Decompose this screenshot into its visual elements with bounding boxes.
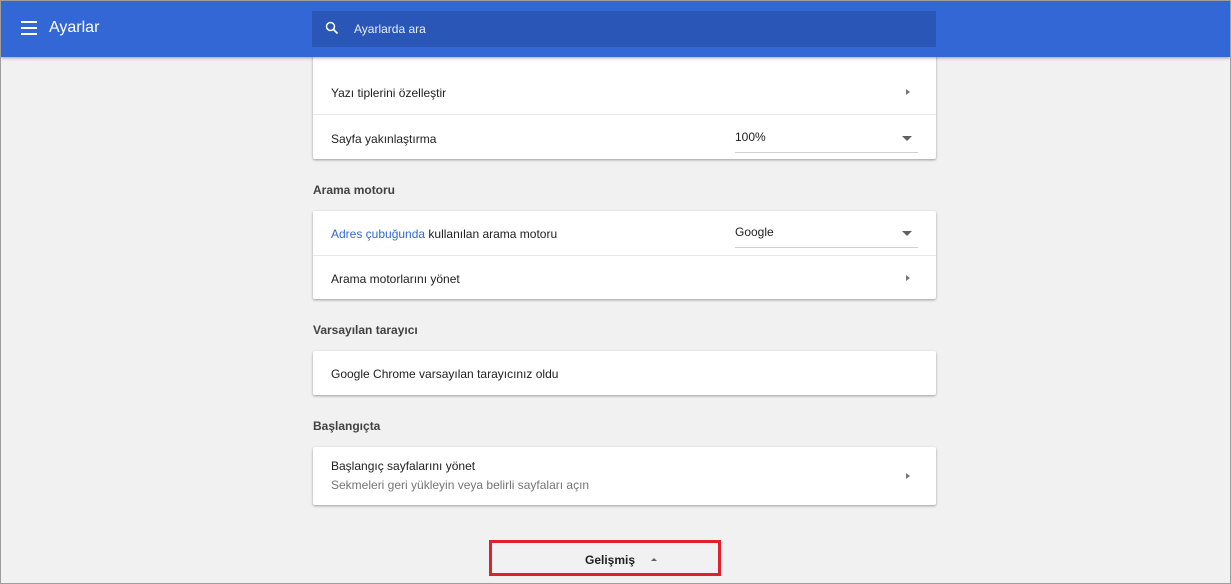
default-browser-card: Google Chrome varsayılan tarayıcınız old…	[313, 351, 936, 395]
chevron-right-icon	[906, 275, 910, 281]
default-browser-section-title: Varsayılan tarayıcı	[313, 323, 418, 337]
chevron-up-icon	[651, 558, 657, 561]
search-engine-section-title: Arama motoru	[313, 183, 396, 197]
customize-fonts-row[interactable]: Yazı tiplerini özelleştir	[313, 69, 936, 113]
chevron-right-icon	[906, 89, 910, 95]
settings-header: Ayarlar Ayarlarda ara	[1, 1, 1230, 57]
dropdown-arrow-icon	[902, 231, 912, 236]
manage-search-engines-row[interactable]: Arama motorlarını yönet	[313, 255, 936, 300]
address-bar-engine-row: Adres çubuğunda kullanılan arama motoru …	[313, 211, 936, 255]
search-engine-value: Google	[735, 225, 774, 239]
settings-window: Ayarlar Ayarlarda ara Yazı tiplerini öze…	[0, 0, 1231, 584]
default-browser-status: Google Chrome varsayılan tarayıcınız old…	[331, 367, 559, 381]
page-zoom-select[interactable]: 100%	[735, 130, 918, 153]
advanced-button[interactable]: Gelişmiş	[492, 543, 718, 573]
manage-search-engines-label: Arama motorlarını yönet	[331, 272, 460, 286]
address-bar-engine-text: kullanılan arama motoru	[425, 227, 558, 241]
search-engine-card: Adres çubuğunda kullanılan arama motoru …	[313, 211, 936, 299]
manage-startup-pages-description: Sekmeleri geri yükleyin veya belirli say…	[331, 478, 590, 492]
hamburger-menu-icon[interactable]	[21, 21, 37, 35]
settings-search-input[interactable]: Ayarlarda ara	[312, 11, 936, 47]
dropdown-arrow-icon	[902, 136, 912, 141]
page-zoom-label: Sayfa yakınlaştırma	[331, 132, 437, 146]
address-bar-engine-label: Adres çubuğunda kullanılan arama motoru	[331, 227, 557, 241]
search-icon	[325, 21, 339, 35]
customize-fonts-label: Yazı tiplerini özelleştir	[331, 86, 447, 100]
advanced-label: Gelişmiş	[585, 553, 636, 567]
address-bar-link[interactable]: Adres çubuğunda	[331, 227, 425, 241]
manage-startup-pages-row[interactable]: Başlangıç sayfalarını yönet Sekmeleri ge…	[313, 447, 936, 505]
default-browser-row: Google Chrome varsayılan tarayıcınız old…	[313, 351, 936, 395]
manage-startup-pages-label: Başlangıç sayfalarını yönet	[331, 459, 476, 473]
chevron-right-icon	[906, 473, 910, 479]
page-zoom-value: 100%	[735, 130, 766, 144]
search-placeholder: Ayarlarda ara	[354, 22, 426, 36]
on-startup-card: Başlangıç sayfalarını yönet Sekmeleri ge…	[313, 447, 936, 505]
page-zoom-row: Sayfa yakınlaştırma 100%	[313, 114, 936, 160]
page-title: Ayarlar	[49, 19, 100, 36]
search-engine-select[interactable]: Google	[735, 225, 918, 248]
on-startup-section-title: Başlangıçta	[313, 419, 381, 433]
